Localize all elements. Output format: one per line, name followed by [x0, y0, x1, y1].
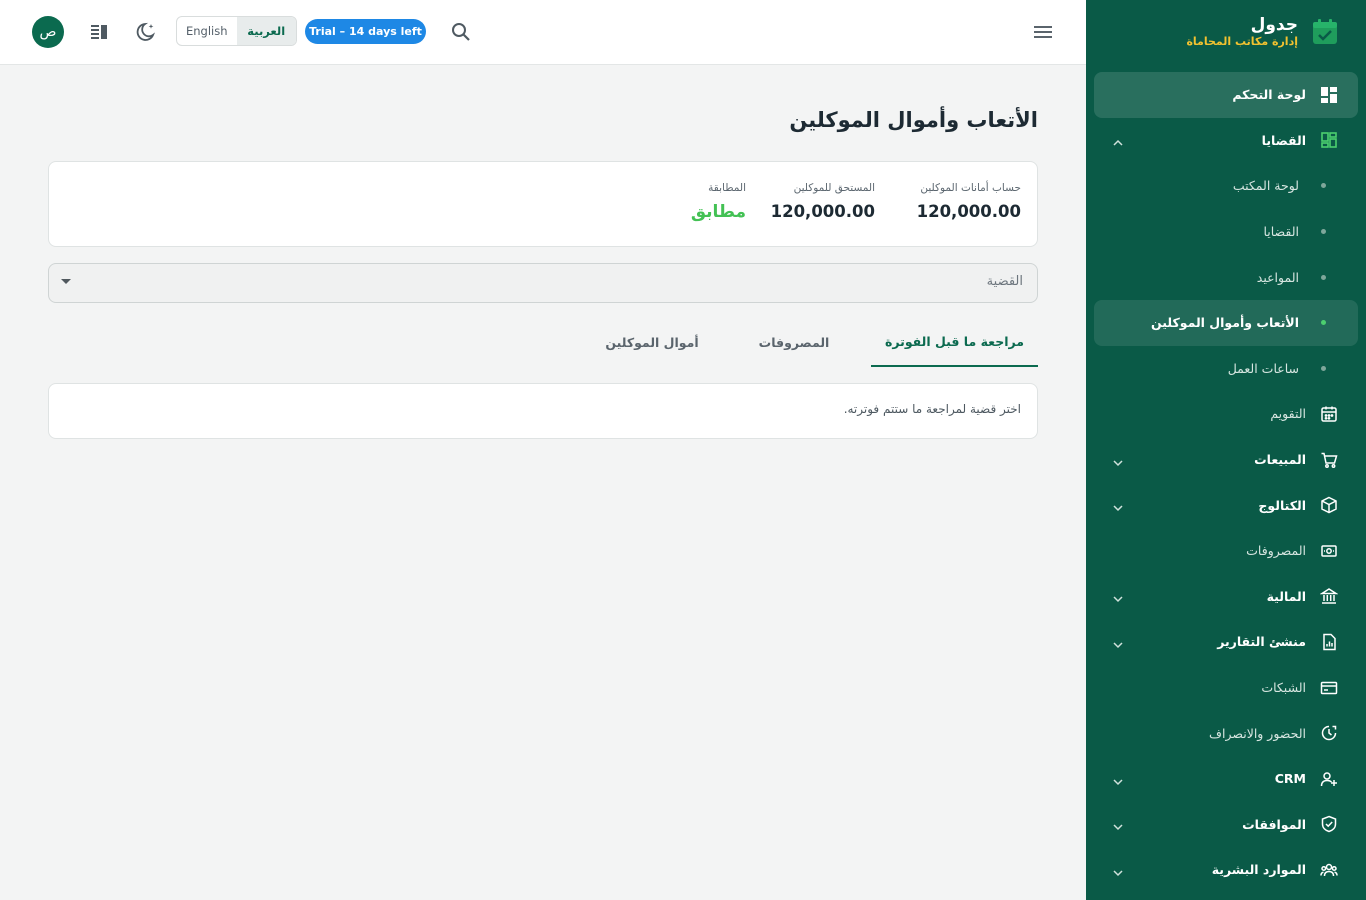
funds-summary-card: حساب أمانات الموكلين 120,000.00 المستحق …: [48, 161, 1038, 247]
trial-badge[interactable]: Trial – 14 days left: [305, 19, 426, 44]
bank-icon: [1320, 587, 1338, 605]
lang-english-button[interactable]: English: [177, 17, 237, 45]
sidebar-item-networks[interactable]: الشبكات: [1094, 665, 1358, 711]
brand-text: جدول إدارة مكاتب المحاماة: [1186, 15, 1298, 49]
language-toggle: العربية English: [176, 16, 297, 46]
sidebar-item-label: القضايا: [1263, 224, 1299, 240]
sidebar-item-attendance[interactable]: الحضور والانصراف: [1094, 710, 1358, 756]
sidebar-item-label: CRM: [1274, 771, 1306, 787]
sidebar-nav: لوحة التحكم القضايا لوحة المكتب القضايا …: [1094, 72, 1358, 893]
sidebar-item-label: الموافقات: [1242, 816, 1306, 832]
stat-label: المطابقة: [708, 182, 746, 194]
empty-state-card: اختر قضية لمراجعة ما ستتم فوترته.: [48, 383, 1038, 439]
sidebar-item-label: الموارد البشرية: [1211, 862, 1306, 878]
sidebar: جدول إدارة مكاتب المحاماة لوحة التحكم ال…: [1086, 0, 1366, 900]
sidebar-toggle-icon[interactable]: [88, 21, 110, 43]
shield-check-icon: [1320, 815, 1338, 833]
brand-title: جدول: [1250, 15, 1298, 35]
sidebar-item-approvals[interactable]: الموافقات: [1094, 802, 1358, 848]
calendar-icon: [1320, 405, 1338, 423]
bullet-dot-icon: [1321, 274, 1326, 280]
stat-trust-account: حساب أمانات الموكلين 120,000.00: [917, 180, 1021, 222]
topbar: Trial – 14 days left العربية English ص: [0, 0, 1086, 65]
search-icon[interactable]: [450, 21, 472, 43]
empty-state-message: اختر قضية لمراجعة ما ستتم فوترته.: [843, 402, 1021, 416]
case-select[interactable]: القضية: [48, 263, 1038, 303]
sidebar-item-label: لوحة المكتب: [1232, 178, 1299, 194]
sidebar-item-label: الكتالوج: [1258, 497, 1306, 513]
chevron-down-icon[interactable]: [1112, 590, 1124, 603]
report-icon: [1320, 633, 1338, 651]
sidebar-item-label: ساعات العمل: [1227, 360, 1299, 376]
sidebar-item-label: القضايا: [1261, 132, 1306, 148]
brand[interactable]: جدول إدارة مكاتب المحاماة: [1106, 12, 1340, 52]
tab-client-funds[interactable]: أموال الموكلين: [582, 318, 722, 367]
sidebar-item-report-builder[interactable]: منشئ التقارير: [1094, 619, 1358, 665]
sidebar-item-label: الحضور والانصراف: [1209, 725, 1306, 741]
sidebar-item-calendar[interactable]: التقويم: [1094, 391, 1358, 437]
sidebar-item-label: المالية: [1266, 588, 1306, 604]
sidebar-subitem-cases[interactable]: القضايا: [1094, 209, 1358, 255]
tab-pre-billing-review[interactable]: مراجعة ما قبل الفوترة: [871, 318, 1038, 367]
card-icon: [1320, 679, 1338, 697]
lang-arabic-button[interactable]: العربية: [236, 17, 296, 45]
brand-subtitle: إدارة مكاتب المحاماة: [1186, 35, 1298, 48]
stat-value: 120,000.00: [770, 202, 875, 221]
chevron-down-icon[interactable]: [1112, 773, 1124, 785]
chevron-up-icon[interactable]: [1112, 134, 1124, 146]
sidebar-item-cases[interactable]: القضايا: [1094, 118, 1358, 164]
sidebar-item-label: التقويم: [1270, 406, 1306, 422]
chevron-down-icon[interactable]: [1112, 454, 1124, 466]
page-title: الأتعاب وأموال الموكلين: [789, 108, 1038, 132]
tabs: مراجعة ما قبل الفوترة المصروفات أموال ال…: [48, 318, 1038, 368]
cash-icon: [1320, 542, 1338, 560]
cart-icon: [1320, 451, 1338, 469]
chevron-down-icon[interactable]: [1112, 864, 1124, 876]
box-icon: [1320, 496, 1338, 514]
clock-icon: [1320, 724, 1338, 742]
sidebar-item-label: لوحة التحكم: [1232, 87, 1306, 103]
sidebar-item-label: المصروفات: [1246, 543, 1306, 559]
tab-expenses[interactable]: المصروفات: [734, 318, 854, 367]
chevron-down-icon[interactable]: [1112, 499, 1124, 512]
stat-label: حساب أمانات الموكلين: [920, 182, 1021, 194]
bullet-dot-icon: [1321, 229, 1326, 235]
reconciliation-status: مطابق: [690, 202, 746, 222]
sidebar-subitem-appointments[interactable]: المواعيد: [1094, 254, 1358, 300]
chevron-down-icon[interactable]: [1112, 818, 1124, 831]
sidebar-item-sales[interactable]: المبيعات: [1094, 437, 1358, 483]
sidebar-item-finance[interactable]: المالية: [1094, 574, 1358, 620]
stat-label: المستحق للموكلين: [793, 182, 875, 194]
stat-reconciliation: المطابقة مطابق: [691, 180, 746, 222]
sidebar-item-label: المبيعات: [1254, 452, 1306, 468]
sidebar-item-dashboard[interactable]: لوحة التحكم: [1094, 72, 1358, 118]
dark-mode-moon-icon[interactable]: [136, 21, 158, 43]
people-icon: [1320, 861, 1338, 879]
cases-grid-icon: [1320, 131, 1338, 149]
sidebar-item-expenses[interactable]: المصروفات: [1094, 528, 1358, 574]
stat-value: 120,000.00: [916, 202, 1021, 221]
sidebar-subitem-work-hours[interactable]: ساعات العمل: [1094, 346, 1358, 392]
dashboard-icon: [1320, 86, 1338, 104]
calendar-check-icon: [1310, 17, 1340, 47]
stat-due-to-clients: المستحق للموكلين 120,000.00: [771, 180, 875, 222]
chevron-down-icon[interactable]: [1112, 636, 1124, 648]
sidebar-item-label: الشبكات: [1261, 680, 1306, 696]
sidebar-item-crm[interactable]: CRM: [1094, 756, 1358, 802]
sidebar-item-label: الأتعاب وأموال الموكلين: [1151, 315, 1299, 331]
avatar[interactable]: ص: [32, 16, 64, 48]
sidebar-item-label: منشئ التقارير: [1217, 634, 1306, 650]
bullet-dot-icon: [1321, 183, 1326, 189]
sidebar-item-hr[interactable]: الموارد البشرية: [1094, 847, 1358, 893]
caret-down-icon: [61, 279, 71, 284]
bullet-dot-icon: [1321, 365, 1326, 371]
user-plus-icon: [1320, 770, 1338, 788]
sidebar-item-label: المواعيد: [1256, 269, 1299, 285]
bullet-dot-icon: [1321, 320, 1326, 326]
sidebar-subitem-office-board[interactable]: لوحة المكتب: [1094, 163, 1358, 209]
sidebar-subitem-fees-client-funds[interactable]: الأتعاب وأموال الموكلين: [1094, 299, 1358, 346]
sidebar-item-catalog[interactable]: الكتالوج: [1094, 482, 1358, 528]
hamburger-menu-icon[interactable]: [1032, 21, 1054, 43]
case-select-label: القضية: [986, 274, 1023, 289]
